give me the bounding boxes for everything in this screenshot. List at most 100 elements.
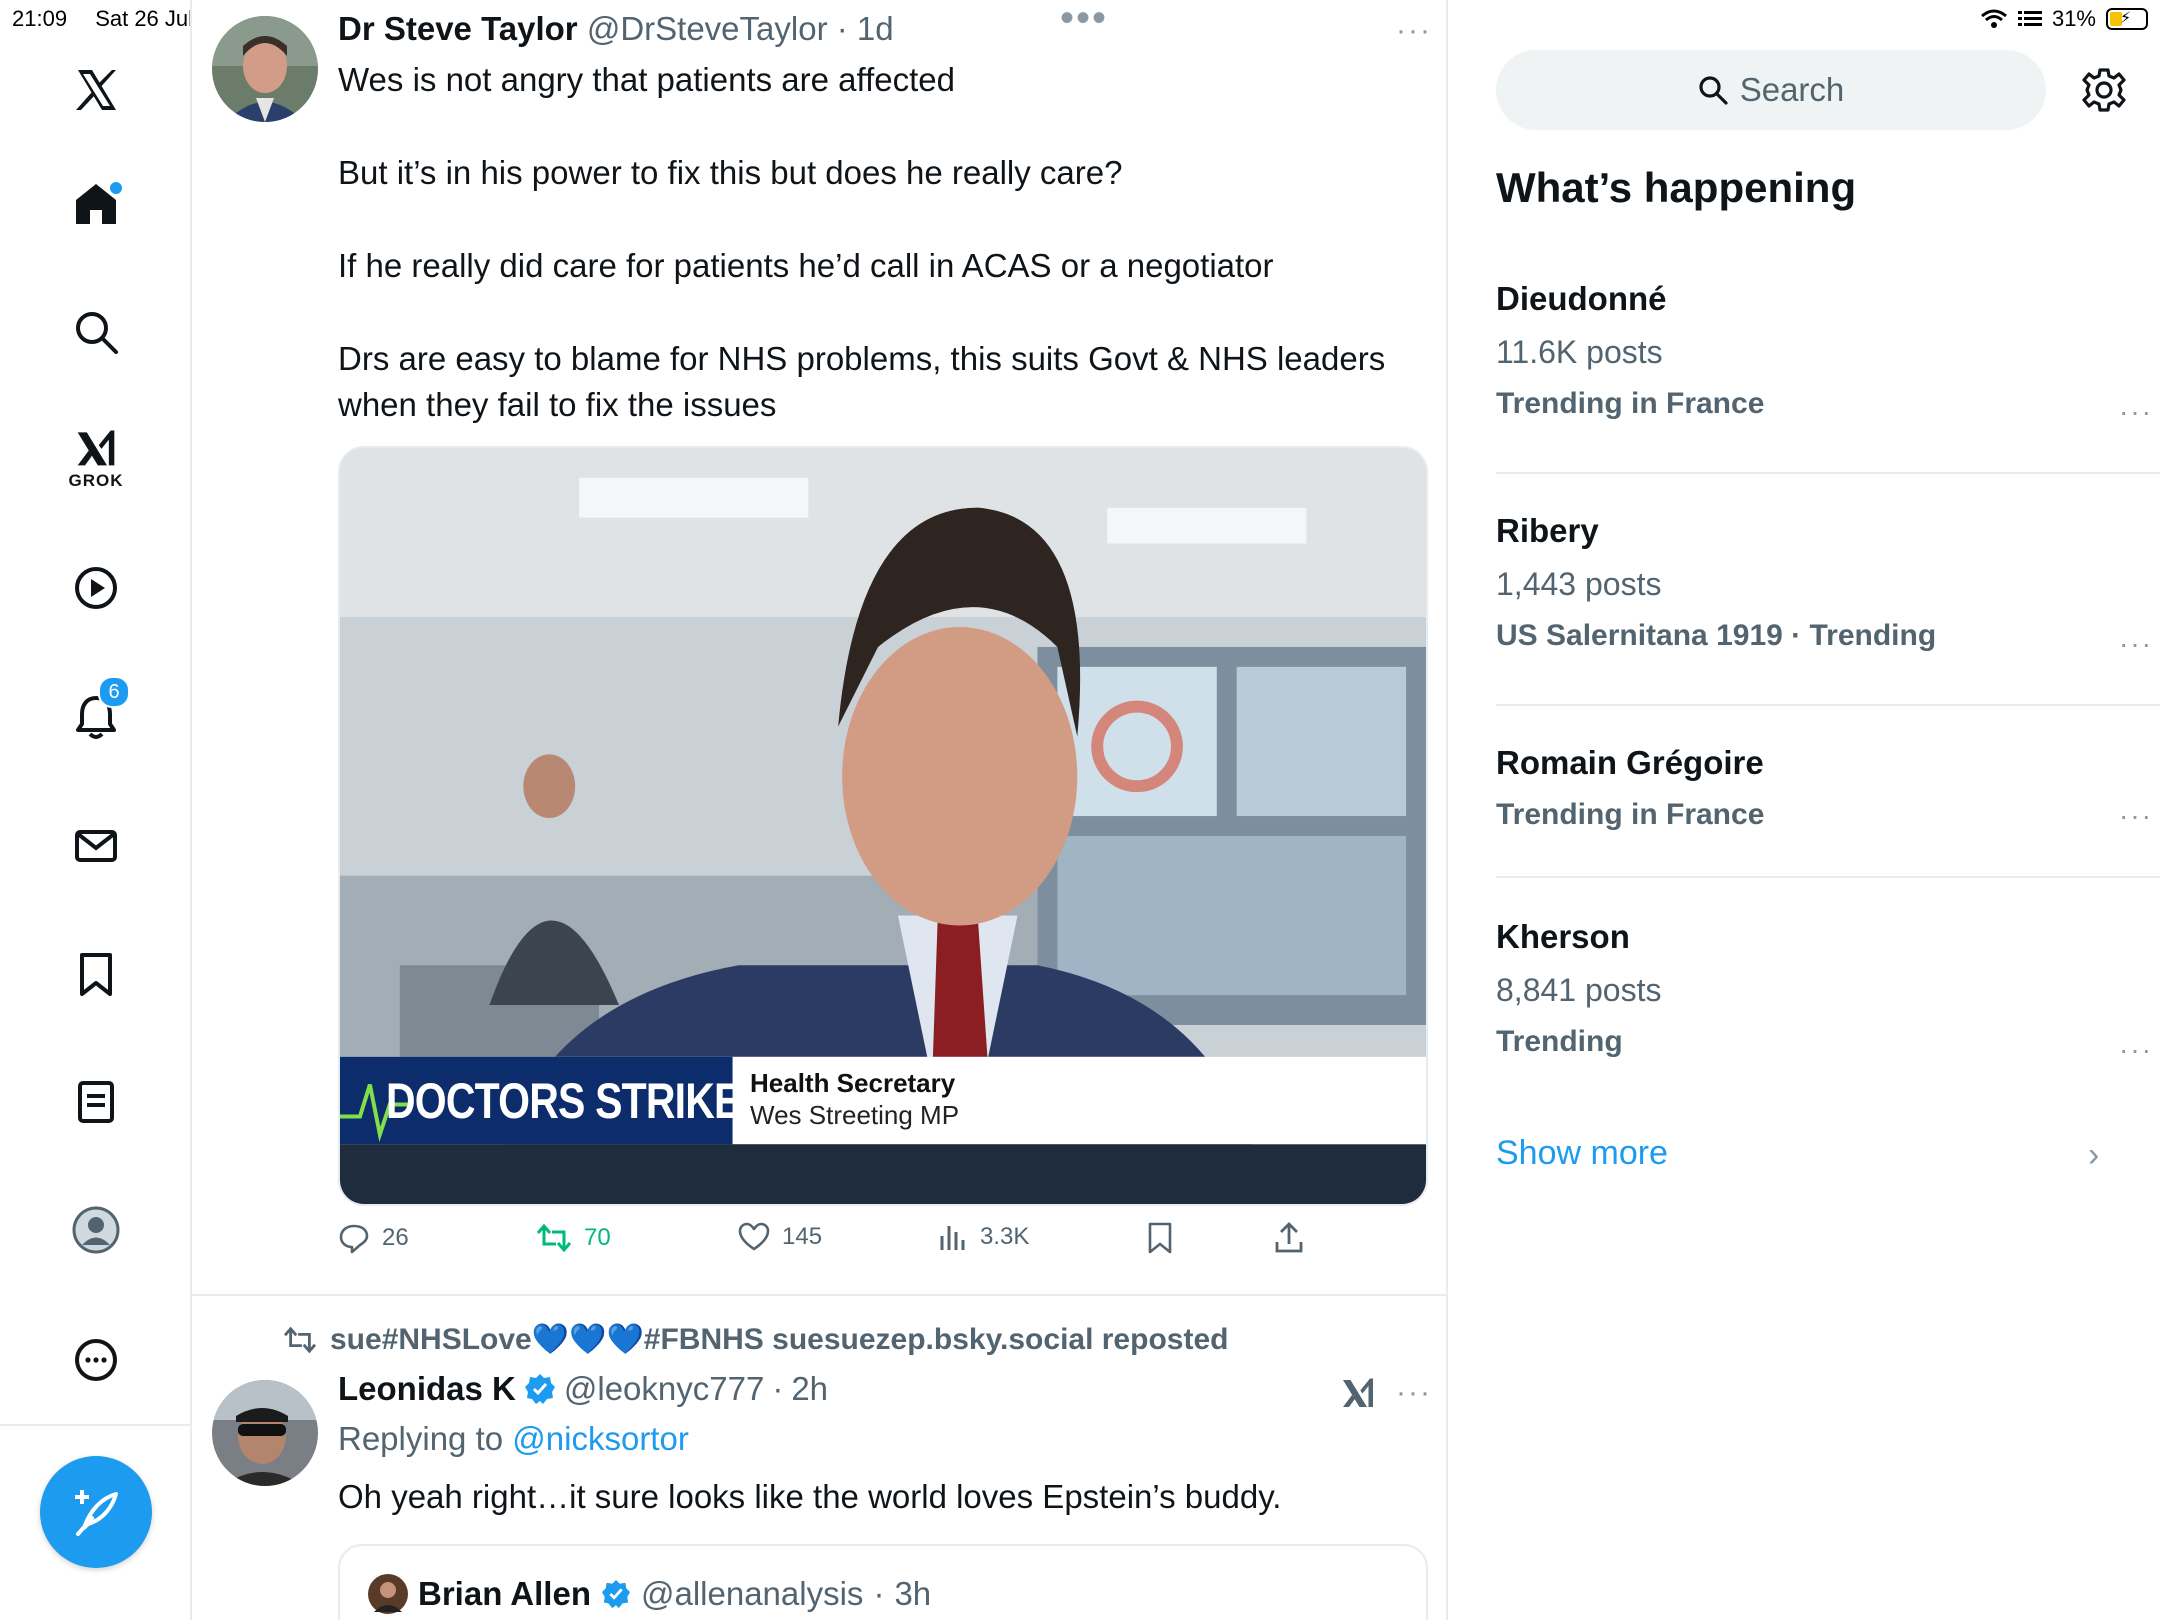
trend-posts: 8,841 posts: [1496, 972, 1662, 1008]
trend-item[interactable]: Ribery 1,443 posts US Salernitana 1919 ·…: [1496, 512, 2160, 706]
tweet1-media[interactable]: DOCTORS STRIKE Health Secretary Wes Stre…: [338, 446, 1428, 1206]
tweet1-paragraph: Drs are easy to blame for NHS problems, …: [338, 340, 1386, 423]
quoted-tweet[interactable]: Brian Allen @allenanalysis · 3h: [338, 1544, 1428, 1620]
trend-name: Kherson: [1496, 918, 1630, 955]
trend-more-button[interactable]: ···: [2119, 628, 2153, 660]
tweet1-paragraph: But it’s in his power to fix this but do…: [338, 154, 1123, 191]
quoted-author-avatar: [368, 1574, 408, 1614]
chevron-right-icon: ›: [2088, 1136, 2100, 1174]
nav-profile[interactable]: [46, 1180, 146, 1280]
media-caption-title: Health Secretary: [750, 1068, 956, 1098]
repost-count: 70: [584, 1224, 611, 1251]
tweet2-text: Oh yeah right…it sure looks like the wor…: [338, 1478, 1282, 1515]
nav-grok[interactable]: GROK: [46, 408, 146, 508]
drag-handle-dots[interactable]: •••: [1060, 0, 1108, 41]
heart-icon: [738, 1222, 770, 1251]
bookmark-icon: [80, 953, 112, 996]
repost-button[interactable]: 70: [536, 1222, 611, 1254]
search-icon: [1699, 76, 1728, 105]
quoted-tweet-header: Brian Allen @allenanalysis · 3h: [368, 1574, 931, 1614]
trend-item[interactable]: Dieudonné 11.6K posts Trending in France…: [1496, 280, 2160, 474]
nav-divider: [0, 1424, 192, 1426]
replying-to-prefix: Replying to: [338, 1420, 504, 1457]
nav-bookmarks[interactable]: [46, 924, 146, 1024]
grok-label: GROK: [68, 471, 124, 490]
trend-more-button[interactable]: ···: [2119, 396, 2153, 428]
trend-more-button[interactable]: ···: [2119, 800, 2153, 832]
trend-name: Romain Grégoire: [1496, 744, 1764, 781]
bookmark-button[interactable]: [1146, 1222, 1174, 1254]
tweet1-author-name[interactable]: Dr Steve Taylor: [338, 10, 578, 47]
grok-explain-button[interactable]: [1340, 1374, 1376, 1410]
search-icon: [76, 312, 118, 354]
trend-name: Dieudonné: [1496, 280, 1667, 317]
views-count: 3.3K: [980, 1223, 1030, 1250]
home-unread-dot: [110, 182, 122, 194]
trend-context: Trending: [1496, 1025, 1623, 1058]
nav-more[interactable]: [46, 1310, 146, 1410]
like-button[interactable]: 145: [738, 1222, 822, 1252]
bookmark-icon: [1148, 1222, 1172, 1254]
tweet1-more-button[interactable]: ···: [1396, 14, 1432, 48]
x-logo-icon: [76, 70, 116, 110]
quoted-author-name: Brian Allen: [418, 1575, 591, 1612]
tweet2-author-name[interactable]: Leonidas K: [338, 1370, 516, 1408]
tweet1-header: Dr Steve Taylor @DrSteveTaylor · 1d: [338, 10, 894, 47]
grok-icon: [1343, 1378, 1373, 1407]
quoted-time: 3h: [894, 1575, 932, 1612]
media-banner: DOCTORS STRIKE: [386, 1073, 741, 1129]
like-count: 145: [782, 1223, 823, 1250]
tweet1-text: Wes is not angry that patients are affec…: [338, 57, 1408, 475]
nav-notifications[interactable]: 6: [46, 666, 146, 766]
nav-videos[interactable]: [46, 538, 146, 638]
gear-icon: [2082, 68, 2126, 112]
trend-item[interactable]: Romain Grégoire Trending in France ···: [1496, 744, 2160, 878]
nav-lists[interactable]: [46, 1052, 146, 1152]
tweet2-header: Leonidas K @leoknyc777 · 2h: [338, 1370, 829, 1408]
tweet1-handle[interactable]: @DrSteveTaylor: [587, 10, 828, 47]
quoted-author-handle: @allenanalysis: [640, 1575, 864, 1612]
reply-icon: [339, 1224, 369, 1254]
trend-context: US Salernitana 1919 · Trending: [1496, 619, 1937, 652]
feather-plus-icon: [75, 1490, 118, 1536]
verified-badge-icon: [524, 1374, 555, 1404]
search-placeholder: Search: [1739, 71, 1845, 108]
nav-explore[interactable]: [46, 282, 146, 382]
trend-context: Trending in France: [1496, 798, 1765, 831]
trend-posts: 11.6K posts: [1496, 334, 1663, 370]
tweet2-more-button[interactable]: ···: [1396, 1376, 1432, 1410]
compose-button[interactable]: [40, 1456, 152, 1568]
list-document-icon: [78, 1081, 114, 1123]
grok-icon: [77, 430, 115, 466]
tweet1-paragraph: Wes is not angry that patients are affec…: [338, 61, 955, 98]
reply-button[interactable]: 26: [338, 1222, 409, 1254]
play-circle-icon: [75, 567, 117, 609]
profile-avatar-icon: [72, 1206, 120, 1254]
tweet1-paragraph: If he really did care for patients he’d …: [338, 247, 1274, 284]
trend-more-button[interactable]: ···: [2119, 1034, 2153, 1066]
timeline: ••• Dr Steve Taylor @DrSteveTaylor · 1d …: [192, 0, 1448, 1620]
tweet2-handle[interactable]: @leoknyc777: [564, 1370, 764, 1408]
verified-badge-icon: [601, 1579, 631, 1609]
repost-context[interactable]: sue#NHSLove💙💙💙#FBNHS suesuezep.bsky.soci…: [282, 1322, 1228, 1357]
avatar-steve-taylor[interactable]: [212, 16, 318, 122]
right-sidebar: Search What’s happening Dieudonné 11.6K …: [1448, 0, 2160, 1620]
show-more-link[interactable]: Show more: [1496, 1134, 1668, 1173]
tweet2-time[interactable]: 2h: [791, 1370, 828, 1408]
settings-button[interactable]: [2080, 66, 2128, 114]
nav-home[interactable]: [46, 154, 146, 254]
notifications-badge: 6: [98, 676, 130, 708]
x-logo[interactable]: [46, 40, 146, 140]
tweet1-time[interactable]: 1d: [857, 10, 894, 47]
media-caption-name: Wes Streeting MP: [750, 1100, 960, 1130]
views-button[interactable]: 3.3K: [938, 1222, 1029, 1252]
tweet1-actions: 26 70 145 3.3K: [338, 1222, 1438, 1272]
search-bar[interactable]: Search: [1496, 50, 2046, 130]
mail-icon: [75, 830, 117, 862]
trend-item[interactable]: Kherson 8,841 posts Trending ···: [1496, 918, 2160, 1098]
nav-messages[interactable]: [46, 796, 146, 896]
avatar-leonidas-k[interactable]: [212, 1380, 318, 1486]
replying-to-handle[interactable]: @nicksortor: [512, 1420, 689, 1457]
repost-icon: [283, 1326, 317, 1353]
share-button[interactable]: [1274, 1222, 1304, 1254]
